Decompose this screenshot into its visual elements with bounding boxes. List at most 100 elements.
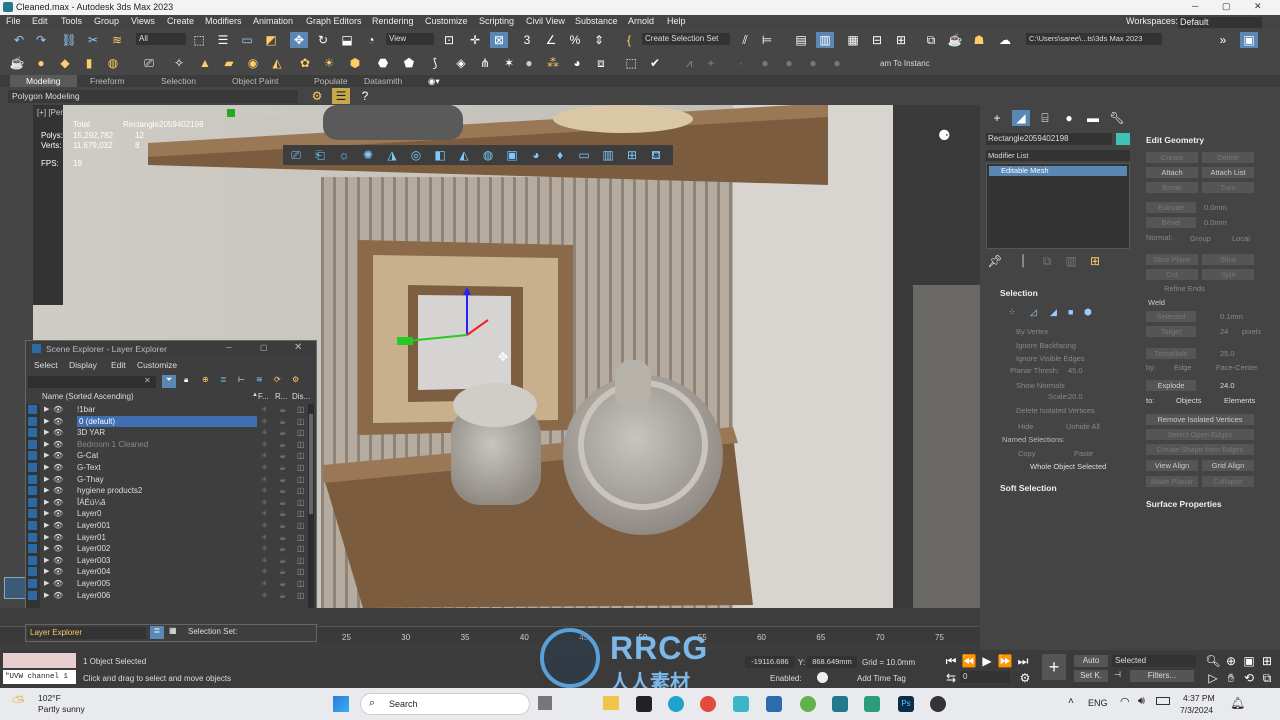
vp-ao-icon[interactable]: ◭ bbox=[455, 147, 473, 163]
layer-row[interactable]: ▶ 👁︎ Layer0 ✳ ☕︎ ◫ bbox=[27, 508, 306, 520]
swatch-icon[interactable]: ◕ bbox=[568, 55, 586, 71]
tab-modeling[interactable]: Modeling bbox=[10, 75, 77, 87]
surface-properties-rollout[interactable]: Surface Properties bbox=[1146, 499, 1222, 509]
chrome2-icon[interactable] bbox=[800, 696, 816, 712]
expand-icon[interactable]: ▶ bbox=[44, 462, 49, 474]
expand-icon[interactable]: ▶ bbox=[44, 450, 49, 462]
fov-icon[interactable]: ▷ bbox=[1204, 670, 1222, 686]
visibility-eye-icon[interactable]: 👁︎ bbox=[53, 578, 63, 590]
dot-medium-icon[interactable]: ● bbox=[756, 55, 774, 71]
layer-row[interactable]: ▶ 👁︎ ÎÁÉú¼ã ✳ ☕︎ ◫ bbox=[27, 497, 306, 509]
se-col-r[interactable]: R... bbox=[275, 392, 287, 401]
y-coord-field[interactable]: 868.649mm bbox=[807, 656, 857, 668]
render-teapot-icon[interactable]: ☕︎ bbox=[279, 578, 286, 590]
render-teapot-icon[interactable]: ☕︎ bbox=[279, 555, 286, 567]
freeze-icon[interactable]: ✳ bbox=[261, 590, 268, 602]
move-icon[interactable]: ✥ bbox=[290, 32, 308, 48]
next-frame-icon[interactable]: ⏩ bbox=[996, 653, 1014, 669]
display-icon[interactable]: ◫ bbox=[297, 520, 305, 532]
light-icon[interactable]: ✧ bbox=[170, 55, 188, 71]
expand-icon[interactable]: ▶ bbox=[44, 416, 49, 428]
visibility-eye-icon[interactable]: 👁︎ bbox=[53, 590, 63, 602]
layer-side-icon[interactable] bbox=[28, 416, 37, 426]
rendered-frame-icon[interactable]: ☕ bbox=[946, 32, 964, 48]
add-key-icon[interactable]: + bbox=[1042, 654, 1066, 680]
display-icon[interactable]: ◫ bbox=[297, 497, 305, 509]
display-tab-icon[interactable]: ▬ bbox=[1084, 110, 1102, 126]
freeze-icon[interactable]: ✳ bbox=[261, 497, 268, 509]
app-icon-4[interactable] bbox=[864, 696, 880, 712]
layer-row[interactable]: ▶ 👁︎ Layer003 ✳ ☕︎ ◫ bbox=[27, 555, 306, 567]
modifier-list-dropdown[interactable]: Modifier List bbox=[986, 150, 1130, 161]
se-options-icon[interactable]: ⚙ bbox=[292, 375, 299, 384]
vp-light-icon[interactable]: ☼ bbox=[335, 147, 353, 163]
freeze-icon[interactable]: ✳ bbox=[261, 555, 268, 567]
visibility-eye-icon[interactable]: 👁︎ bbox=[53, 462, 63, 474]
se-scrollbar[interactable] bbox=[308, 404, 314, 614]
layer-mode-icon[interactable]: ≣ bbox=[150, 626, 164, 639]
menu-modifiers[interactable]: Modifiers bbox=[205, 16, 242, 26]
se-menu-display[interactable]: Display bbox=[69, 360, 97, 370]
render-teapot-icon[interactable]: ☕︎ bbox=[279, 462, 286, 474]
timeline[interactable]: 253035404550556065707580859095100 Layer … bbox=[0, 608, 1245, 650]
spinner-snap-icon[interactable]: ⇕ bbox=[590, 32, 608, 48]
turn-button[interactable]: Turn bbox=[1202, 182, 1254, 193]
dot-large3-icon[interactable]: ● bbox=[828, 55, 846, 71]
freeze-icon[interactable]: ✳ bbox=[261, 474, 268, 486]
ribbon-toggle-icon[interactable]: ▥ bbox=[816, 32, 834, 48]
zoom-icon[interactable]: 🔍︎ bbox=[1204, 653, 1222, 669]
layer-row[interactable]: ▶ 👁︎ Layer005 ✳ ☕︎ ◫ bbox=[27, 578, 306, 590]
enabled-toggle-icon[interactable] bbox=[817, 672, 828, 683]
menu-tools[interactable]: Tools bbox=[61, 16, 82, 26]
subobj-vertex-icon[interactable]: ⁘ bbox=[1008, 307, 1016, 318]
play-icon[interactable]: ▶ bbox=[978, 653, 996, 669]
vp-realistic-icon[interactable]: ◎ bbox=[407, 147, 425, 163]
render-teapot-icon[interactable]: ☕︎ bbox=[279, 590, 286, 602]
go-start-icon[interactable]: ⏮ bbox=[942, 653, 960, 669]
freeze-icon[interactable]: ✳ bbox=[261, 508, 268, 520]
weld-target-button[interactable]: Target bbox=[1146, 326, 1196, 337]
ignore-backfacing-checkbox[interactable]: Ignore Backfacing bbox=[1016, 341, 1076, 350]
weld-selected-value[interactable]: 0.1mm bbox=[1220, 312, 1243, 321]
instance-label[interactable]: am To Instanc bbox=[880, 59, 930, 68]
render-teapot-icon[interactable]: ☕︎ bbox=[279, 416, 286, 428]
display-icon[interactable]: ◫ bbox=[297, 555, 305, 567]
vp-bulb-icon[interactable]: ♦ bbox=[551, 147, 569, 163]
taskbar-search[interactable]: ⌕ Search bbox=[360, 693, 530, 715]
edge-radio[interactable]: Edge bbox=[1174, 363, 1192, 372]
delete-button[interactable]: Delete bbox=[1202, 152, 1254, 163]
utilities-tab-icon[interactable]: 🔧︎ bbox=[1108, 110, 1126, 126]
se-parent-icon[interactable]: ⊢ bbox=[238, 375, 245, 384]
menu-group[interactable]: Group bbox=[94, 16, 119, 26]
weld-target-value[interactable]: 24 bbox=[1220, 327, 1228, 336]
weld-selected-button[interactable]: Selected bbox=[1146, 311, 1196, 322]
render-teapot-icon[interactable]: ☕︎ bbox=[279, 439, 286, 451]
collapse-button[interactable]: Collapse bbox=[1202, 476, 1254, 487]
layer-row[interactable]: ▶ 👁︎ Layer006 ✳ ☕︎ ◫ bbox=[27, 590, 306, 602]
delete-isolated-checkbox[interactable]: Delete Isolated Vertices bbox=[1016, 406, 1095, 415]
stack-item-editable-mesh[interactable]: Editable Mesh bbox=[989, 166, 1127, 176]
language-indicator[interactable]: ENG bbox=[1088, 698, 1108, 708]
ignore-visible-edges-checkbox[interactable]: Ignore Visible Edges bbox=[1016, 354, 1085, 363]
maximize-viewport-icon[interactable]: ⧉ bbox=[1258, 670, 1276, 686]
render-teapot-icon[interactable]: ☕︎ bbox=[279, 427, 286, 439]
se-minimize-icon[interactable]: ─ bbox=[226, 343, 232, 352]
select-manipulate-icon[interactable]: ✛ bbox=[466, 32, 484, 48]
pyramid-icon[interactable]: ◭ bbox=[268, 55, 286, 71]
grass-icon[interactable]: ⋔ bbox=[476, 55, 494, 71]
slice-button[interactable]: Slice bbox=[1202, 254, 1254, 265]
key-filter-icon[interactable]: ⊣ bbox=[1114, 670, 1121, 679]
dot-large2-icon[interactable]: ● bbox=[804, 55, 822, 71]
create-button[interactable]: Create bbox=[1146, 152, 1198, 163]
display-icon[interactable]: ◫ bbox=[297, 416, 305, 428]
render-teapot-icon[interactable]: ☕︎ bbox=[279, 532, 286, 544]
edit-geometry-rollout[interactable]: Edit Geometry bbox=[1146, 135, 1204, 145]
undo-icon[interactable]: ↶ bbox=[10, 32, 28, 48]
project-path-dropdown[interactable]: C:\Users\saree\...ts\3ds Max 2023 bbox=[1026, 33, 1162, 45]
scene-explorer-toggle-icon[interactable]: ▣ bbox=[1240, 32, 1258, 48]
selection-filter-dropdown[interactable]: All bbox=[136, 33, 186, 45]
viewcube-icon[interactable]: ⚈ bbox=[938, 127, 951, 144]
named-selection-dropdown[interactable]: Create Selection Set bbox=[642, 33, 730, 45]
menu-file[interactable]: File bbox=[6, 16, 21, 26]
expand-icon[interactable]: ▶ bbox=[44, 474, 49, 486]
